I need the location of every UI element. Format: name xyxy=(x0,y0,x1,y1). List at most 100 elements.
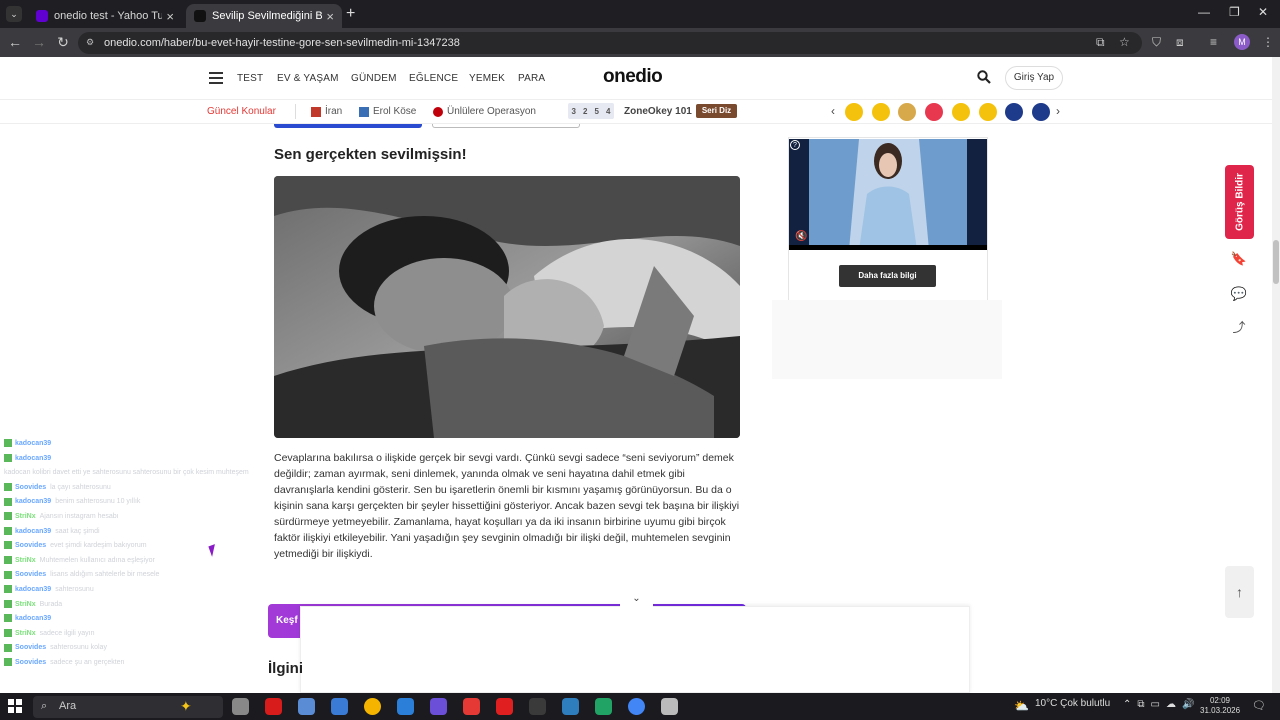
reading-list-icon[interactable]: ≡ xyxy=(1210,35,1217,49)
kesfet-label: Keşf xyxy=(276,615,298,626)
browser-tab-1[interactable]: onedio test - Yahoo Turkey Ara × xyxy=(28,4,182,28)
chat-message: kadocan39 xyxy=(4,453,55,465)
edge-icon[interactable] xyxy=(397,698,414,715)
bookmark-star-icon[interactable]: ☆ xyxy=(1119,35,1130,49)
weather-text[interactable]: 10°C Çok bulutlu xyxy=(1035,698,1110,709)
guncel-konular-label: Güncel Konular xyxy=(207,106,276,117)
opera-gx-icon[interactable] xyxy=(496,698,513,715)
chrome-dev-icon[interactable] xyxy=(529,698,546,715)
system-tray-icons[interactable]: ⌃⧉▭☁🔊 xyxy=(1123,699,1200,710)
tab-title: onedio test - Yahoo Turkey Ara xyxy=(54,10,163,22)
scrollbar-thumb[interactable] xyxy=(1273,240,1279,284)
emoji-next-icon[interactable]: › xyxy=(1056,104,1060,118)
chat-badge-icon xyxy=(4,614,12,623)
clock-date: 31.03.2026 xyxy=(1200,706,1241,715)
chrome-icon[interactable] xyxy=(364,698,381,715)
share-icon[interactable]: ⤴ xyxy=(1229,318,1249,338)
tile-digit: 2 xyxy=(583,106,588,116)
reload-icon[interactable]: ↻ xyxy=(55,34,71,50)
emoji-reaction-icon[interactable] xyxy=(978,103,997,121)
bottom-ad-popup[interactable] xyxy=(300,606,970,693)
photos-icon[interactable] xyxy=(430,698,447,715)
nav-ev-yasam[interactable]: EV & YAŞAM xyxy=(277,73,339,84)
forward-icon[interactable]: → xyxy=(31,34,47,50)
restore-icon[interactable]: ❐ xyxy=(1229,5,1240,19)
feedback-button[interactable]: Görüş Bildir xyxy=(1225,165,1254,239)
chat-username: Soovides xyxy=(15,542,47,550)
emoji-reaction-icon[interactable] xyxy=(951,103,970,121)
chat-text: sahterosunu kolay xyxy=(50,644,107,652)
nav-test[interactable]: TEST xyxy=(237,73,263,84)
mail-icon[interactable] xyxy=(331,698,348,715)
app-icon[interactable] xyxy=(298,698,315,715)
notification-icon[interactable]: 🗨 xyxy=(1252,699,1266,712)
ad-more-info-button[interactable]: Daha fazla bilgi xyxy=(839,265,936,287)
nav-para[interactable]: PARA xyxy=(518,73,545,84)
chrome-icon[interactable] xyxy=(628,698,645,715)
taskbar-clock[interactable]: 02:09 31.03.2026 xyxy=(1200,696,1241,716)
result-paragraph: Cevaplarına bakılırsa o ilişkide gerçek … xyxy=(274,452,740,560)
minimize-icon[interactable]: — xyxy=(1198,5,1210,19)
tab-search-dropdown-icon[interactable]: ⌄ xyxy=(6,6,22,22)
bookmark-add-icon[interactable]: 🔖 xyxy=(1229,249,1249,269)
chat-badge-icon xyxy=(4,555,12,564)
task-view-icon[interactable] xyxy=(232,698,249,715)
page-scrollbar[interactable] xyxy=(1272,57,1280,693)
zoneokey-label[interactable]: ZoneOkey 101 xyxy=(624,106,692,117)
close-tab-icon[interactable]: × xyxy=(166,9,174,24)
nav-yemek[interactable]: YEMEK xyxy=(469,73,505,84)
chat-username: Soovides xyxy=(15,659,47,666)
emoji-reaction-icon[interactable] xyxy=(1031,103,1050,121)
extensions-icon[interactable]: ⧈ xyxy=(1176,35,1184,50)
app-icon[interactable] xyxy=(595,698,612,715)
emoji-reaction-icon[interactable] xyxy=(871,103,890,121)
login-button[interactable]: Giriş Yap xyxy=(1005,66,1063,90)
nav-eglence[interactable]: EĞLENCE xyxy=(409,73,458,84)
mute-icon[interactable]: 🔇 xyxy=(795,231,807,242)
shield-extension-icon[interactable]: ⛉ xyxy=(1152,35,1161,50)
topic-iran[interactable]: İran xyxy=(311,106,342,117)
zoneokey-tiles[interactable]: 3254 xyxy=(568,103,614,119)
onedio-logo[interactable]: onedio xyxy=(603,66,663,88)
new-tab-icon[interactable]: + xyxy=(346,5,360,23)
scroll-top-button[interactable]: ↑ xyxy=(1225,566,1254,618)
close-window-icon[interactable]: ✕ xyxy=(1258,5,1268,19)
taskbar-search[interactable]: Ara xyxy=(33,696,223,718)
topic-erol-kose[interactable]: Erol Köse xyxy=(359,106,416,117)
site-info-icon[interactable]: ⚙ xyxy=(86,37,96,48)
nav-gundem[interactable]: GÜNDEM xyxy=(351,73,397,84)
comments-icon[interactable]: 💬 xyxy=(1229,284,1249,304)
office-icon[interactable] xyxy=(463,698,480,715)
chat-text: sahterosunu xyxy=(55,586,94,593)
topic-unlulere-operasyon[interactable]: Ünlülere Operasyon xyxy=(433,106,536,117)
browser-tab-2[interactable]: Sevilip Sevilmediğini Bu Testte G × xyxy=(186,4,342,28)
opera-icon[interactable] xyxy=(265,698,282,715)
search-icon[interactable] xyxy=(977,70,991,84)
hamburger-menu-icon[interactable] xyxy=(209,72,223,84)
emoji-prev-icon[interactable]: ‹ xyxy=(831,104,835,118)
emoji-reaction-icon[interactable] xyxy=(845,103,863,121)
ad-video[interactable] xyxy=(789,139,987,250)
weather-icon[interactable]: ⛅ xyxy=(1014,699,1029,713)
chat-text: sadece şu an gerçekten xyxy=(50,659,125,666)
collapse-chevron-icon[interactable]: ⌄ xyxy=(620,590,653,608)
close-tab-icon[interactable]: × xyxy=(326,9,334,24)
app-icon[interactable] xyxy=(661,698,678,715)
ad-info-icon[interactable]: ? xyxy=(790,140,800,150)
browser-menu-icon[interactable]: ⋮ xyxy=(1262,35,1274,49)
address-bar[interactable]: onedio.com/haber/bu-evet-hayir-testine-g… xyxy=(78,32,1142,54)
back-icon[interactable]: ← xyxy=(7,34,23,50)
chat-username: StriNx xyxy=(15,629,36,637)
install-app-icon[interactable]: ⧉ xyxy=(1096,35,1105,50)
chat-message: Soovides la çayı sahterosunu xyxy=(4,482,111,494)
chat-overlay: kadocan39 kadocan39 kadocan kolibri davet … xyxy=(0,432,249,670)
seri-diz-badge[interactable]: Seri Diz xyxy=(696,104,737,118)
windows-start-icon[interactable] xyxy=(8,699,22,713)
chat-text: benim sahterosunu 10 yıllık xyxy=(55,498,141,506)
tile-digit: 3 xyxy=(571,106,576,116)
chat-message: kadocan39 xyxy=(4,613,55,625)
profile-avatar[interactable]: M xyxy=(1234,34,1250,50)
calculator-icon[interactable] xyxy=(562,698,579,715)
emoji-reaction-icon[interactable] xyxy=(925,103,944,121)
topic-label: Ünlülere Operasyon xyxy=(447,106,536,117)
